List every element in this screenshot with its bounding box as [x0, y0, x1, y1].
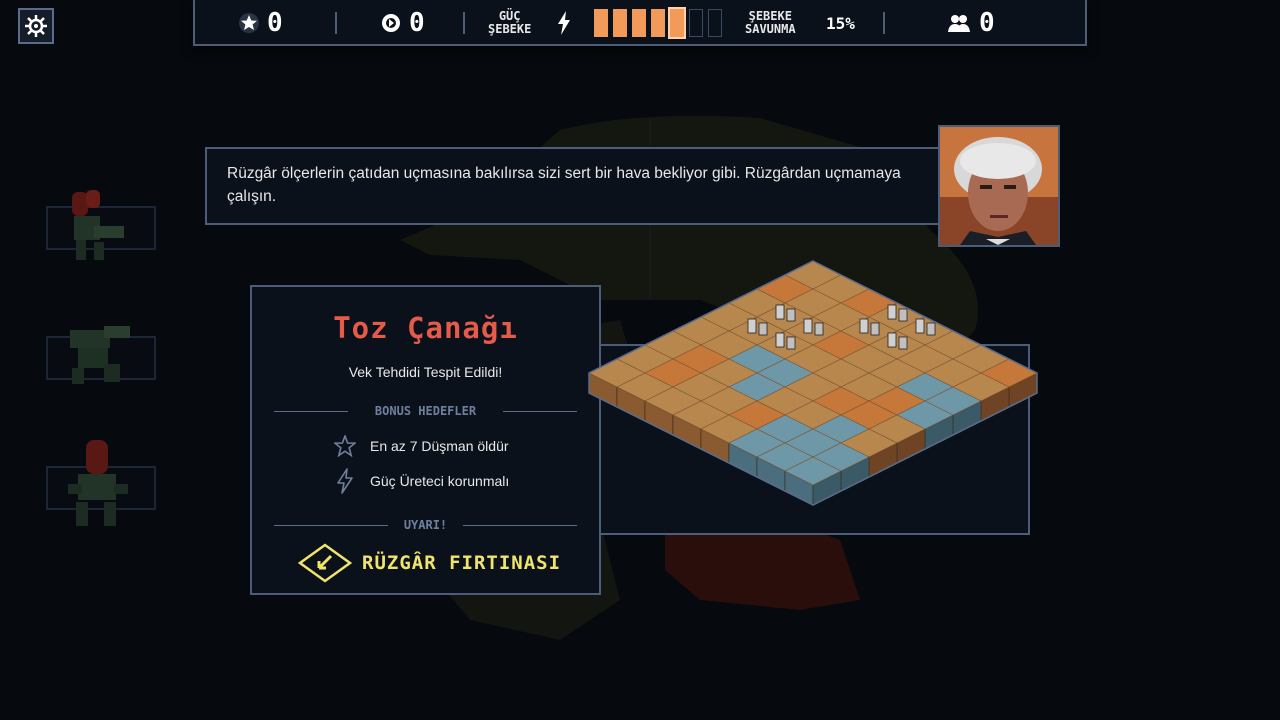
power-grid-label: GÜÇ ŞEBEKE	[488, 0, 531, 46]
power-grid-text: GÜÇ ŞEBEKE	[488, 9, 532, 36]
stars-value: 0	[267, 8, 283, 38]
civilians-value: 0	[979, 8, 995, 38]
objective-2-text: Güç Üreteci korunmalı	[370, 473, 510, 489]
separator	[335, 12, 337, 34]
separator	[883, 12, 885, 34]
grid-defense-label: ŞEBEKE SAVUNMA	[745, 0, 796, 46]
island-map-preview	[588, 260, 1038, 506]
lightning-icon	[337, 468, 353, 494]
grid-defense-text: ŞEBEKE SAVUNMA	[745, 9, 796, 36]
power-bar-segment	[632, 9, 646, 37]
lightning-icon	[558, 11, 570, 35]
objective-1: En az 7 Düşman öldür	[334, 433, 509, 459]
warning-divider: UYARI!	[274, 518, 577, 532]
reputation-value: 0	[409, 8, 425, 38]
star-icon	[239, 13, 259, 33]
advisor-portrait-image	[940, 127, 1058, 245]
combat-mech-icon	[72, 190, 124, 260]
reputation-icon	[382, 14, 400, 32]
mission-title: Toz Çanağı	[333, 311, 518, 345]
power-bar-segment	[594, 9, 608, 37]
environment-warning: RÜZGÂR FIRTINASI	[298, 543, 561, 583]
grid-defense-percent: 15%	[826, 0, 855, 46]
mission-subtitle: Vek Tehdidi Tespit Edildi!	[348, 364, 503, 380]
separator	[463, 12, 465, 34]
grid-defense-value: 15%	[826, 13, 855, 33]
gear-icon	[25, 15, 47, 37]
reputation-counter: 0	[381, 0, 425, 46]
objective-1-text: En az 7 Düşman öldür	[370, 438, 509, 454]
power-bar-segment	[668, 7, 686, 39]
bonus-header: BONUS HEDEFLER	[374, 404, 477, 418]
stars-counter: 0	[239, 0, 283, 46]
cannon-mech-icon	[70, 326, 130, 384]
warning-text: RÜZGÂR FIRTINASI	[362, 552, 562, 574]
mech-slot-2[interactable]	[46, 326, 156, 384]
wind-direction-icon	[298, 543, 352, 583]
civilians-counter: 0	[947, 0, 995, 46]
artillery-mech-icon	[68, 440, 128, 526]
power-bar-segment	[708, 9, 722, 37]
advisor-portrait	[938, 125, 1060, 247]
mech-slot-3[interactable]	[46, 440, 156, 526]
objective-2: Güç Üreteci korunmalı	[334, 468, 509, 494]
power-bar-segment	[651, 9, 665, 37]
mission-panel: Toz Çanağı Vek Tehdidi Tespit Edildi! BO…	[250, 285, 601, 595]
status-bar: 0 0 GÜÇ ŞEBEKE ŞEBEKE SAVUNMA 15% 0	[193, 0, 1087, 46]
star-icon	[334, 435, 356, 457]
power-bar-segment	[613, 9, 627, 37]
settings-button[interactable]	[18, 8, 54, 44]
mech-slot-1[interactable]	[46, 190, 156, 260]
advisor-dialog: Rüzgâr ölçerlerin çatıdan uçmasına bakıl…	[205, 147, 947, 225]
power-bar-segment	[689, 9, 703, 37]
bonus-divider: BONUS HEDEFLER	[274, 404, 577, 418]
power-grid-meter	[594, 7, 727, 39]
people-icon	[948, 15, 970, 32]
advisor-dialog-text: Rüzgâr ölçerlerin çatıdan uçmasına bakıl…	[227, 165, 901, 205]
warning-header: UYARI!	[403, 518, 448, 532]
